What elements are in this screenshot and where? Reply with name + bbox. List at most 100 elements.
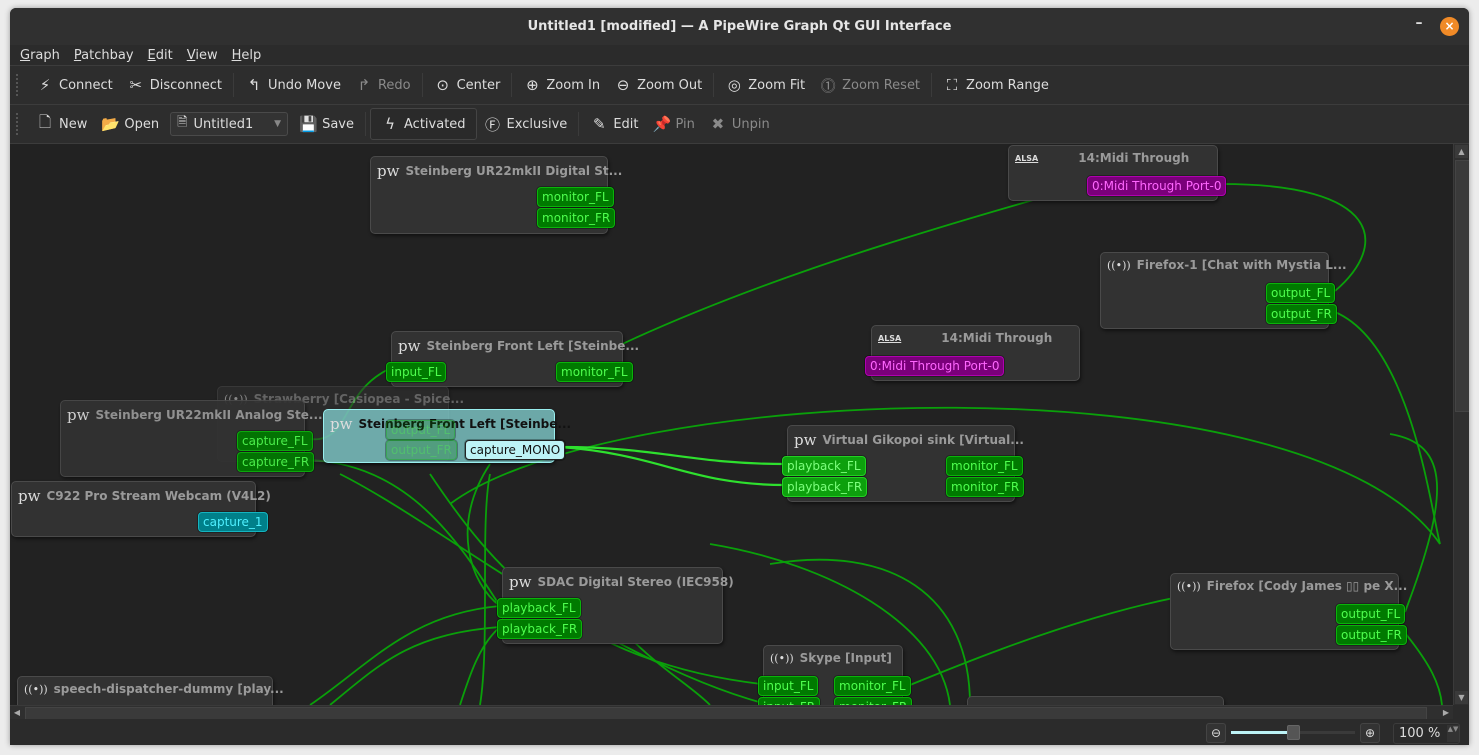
graph-canvas[interactable]: pw Steinberg UR22mkII Digital St... monit… [10, 144, 1453, 705]
node-firefox-1[interactable]: ((•)) Firefox-1 [Chat with Mystia L... ou… [1100, 252, 1347, 329]
minimize-button[interactable]: – [1412, 16, 1426, 36]
scroll-right-icon[interactable]: ▶ [1440, 707, 1452, 718]
port-playback-fr[interactable]: playback_FR [782, 477, 868, 497]
pin-button[interactable]: 📌 Pin [646, 109, 702, 139]
node-title: Skype [Input] [799, 651, 892, 665]
port-playback-fl[interactable]: playback_FL [497, 598, 581, 618]
pipewire-icon: pw [18, 487, 41, 505]
vertical-scrollbar[interactable]: ▲ ▼ [1453, 144, 1469, 705]
menu-view[interactable]: View [187, 48, 218, 63]
menu-edit[interactable]: Edit [148, 48, 173, 63]
pipewire-icon: pw [794, 431, 817, 449]
zoom-in-icon[interactable]: ⊕ [1360, 723, 1380, 743]
status-bar: ⊖ ⊕ 100 % ▲▼ [10, 719, 1469, 745]
port-playback-fr[interactable]: playback_FR [497, 619, 583, 639]
new-file-icon: 🗋 [38, 112, 52, 131]
port-output-fl[interactable]: output_FL [1336, 604, 1406, 624]
unpin-button[interactable]: ✖ Unpin [702, 109, 777, 139]
close-button[interactable]: × [1440, 16, 1459, 36]
port-output-fr[interactable]: output_FR [1266, 304, 1337, 324]
undo-button[interactable]: ↰ Undo Move [238, 70, 348, 100]
port-midi-through[interactable]: 0:Midi Through Port-0 [865, 356, 1005, 376]
wire [309, 605, 501, 705]
node-virtual-gikopoi[interactable]: pw Virtual Gikopoi sink [Virtual... playb… [782, 425, 1025, 502]
port-midi-through[interactable]: 0:Midi Through Port-0 [1087, 176, 1227, 196]
port-monitor-fl[interactable]: monitor_FL [537, 187, 614, 207]
port-monitor-fr[interactable]: monitor_FR [946, 477, 1025, 497]
save-button[interactable]: 💾 Save [292, 109, 361, 139]
new-button[interactable]: 🗋 New [29, 109, 94, 139]
zoom-slider[interactable] [1231, 725, 1355, 740]
node-sdac[interactable]: pw SDAC Digital Stereo (IEC958) playback_… [497, 567, 734, 644]
zoom-in-button[interactable]: ⊕ Zoom In [516, 70, 607, 100]
activated-toggle[interactable]: ϟ Activated [370, 108, 477, 140]
toolbar-grip[interactable] [16, 74, 21, 96]
pipewire-icon: pw [398, 337, 421, 355]
edit-button[interactable]: ✎ Edit [583, 109, 645, 139]
port-playback-fl[interactable]: playback_FL [782, 456, 866, 476]
node-front-left-selected[interactable]: pw Steinberg Front Left [Steinbe... outpu… [323, 409, 571, 463]
pipewire-icon: pw [377, 162, 400, 180]
toolbar-grip[interactable] [16, 113, 21, 135]
node-title: Steinberg UR22mkII Digital St... [405, 164, 623, 178]
lightning-icon: ϟ [385, 115, 395, 133]
redo-button[interactable]: ↱ Redo [348, 70, 418, 100]
node-skype[interactable]: ((•)) Skype [Input] input_FL monitor_FL i… [758, 645, 913, 705]
node-speech-dispatcher[interactable]: ((•)) speech-dispatcher-dummy [play... [17, 676, 284, 705]
stream-icon: ((•)) [24, 682, 48, 696]
graph-toolbar: ⚡ Connect ✂ Disconnect ↰ Undo Move ↱ Redo ⊙ C… [10, 66, 1469, 105]
port-input-fr[interactable]: input_FR [758, 697, 821, 705]
scroll-left-icon[interactable]: ◀ [11, 707, 23, 718]
node-ur22-digital[interactable]: pw Steinberg UR22mkII Digital St... monit… [370, 156, 622, 234]
port-capture-fl[interactable]: capture_FL [237, 431, 313, 451]
zoom-fit-button[interactable]: ◎ Zoom Fit [718, 70, 812, 100]
port-output-fl[interactable]: output_FL [1266, 283, 1336, 303]
disconnect-button[interactable]: ✂ Disconnect [120, 70, 229, 100]
connect-button[interactable]: ⚡ Connect [29, 70, 120, 100]
zoom-range-button[interactable]: ⛶ Zoom Range [936, 70, 1056, 100]
zoom-fit-icon: ◎ [727, 76, 741, 94]
node-webcam[interactable]: pw C922 Pro Stream Webcam (V4L2) capture_… [11, 481, 271, 537]
port-output-fr[interactable]: output_FR [1336, 625, 1407, 645]
node-partial-bottom[interactable] [967, 696, 1224, 705]
node-ur22-analog[interactable]: pw Steinberg UR22mkII Analog Ste... captu… [60, 400, 323, 477]
port-capture-fr[interactable]: capture_FR [237, 452, 315, 472]
scroll-up-icon[interactable]: ▲ [1455, 145, 1468, 158]
port-monitor-fr[interactable]: monitor_FR [537, 208, 616, 228]
port-monitor-fl[interactable]: monitor_FL [834, 676, 911, 696]
menu-graph[interactable]: Graph [20, 48, 60, 63]
separator [365, 112, 367, 136]
port-output-fl[interactable]: output_FL [386, 420, 456, 440]
port-monitor-fl[interactable]: monitor_FL [556, 362, 633, 382]
menu-patchbay[interactable]: Patchbay [74, 48, 134, 63]
open-button[interactable]: 📂 Open [94, 109, 166, 139]
separator [511, 73, 513, 97]
center-button[interactable]: ⊙ Center [427, 70, 508, 100]
port-monitor-fl[interactable]: monitor_FL [946, 456, 1023, 476]
node-front-left-1[interactable]: pw Steinberg Front Left [Steinbe... input… [386, 331, 639, 387]
port-input-fl[interactable]: input_FL [386, 362, 447, 382]
menu-help[interactable]: Help [232, 48, 262, 63]
spin-arrows-icon[interactable]: ▲▼ [1447, 725, 1459, 742]
zoom-spinbox[interactable]: 100 % ▲▼ [1393, 723, 1460, 744]
node-midi-through-2[interactable]: ALSA 14:Midi Through 0:Midi Through Port-… [865, 325, 1080, 381]
node-firefox[interactable]: ((•)) Firefox [Cody James ▯▯ pe X... outp… [1170, 573, 1407, 650]
zoom-reset-button[interactable]: ⓵ Zoom Reset [812, 70, 927, 100]
port-monitor-fr[interactable]: monitor_FR [834, 697, 913, 705]
zoom-out-icon[interactable]: ⊖ [1206, 723, 1226, 743]
patchbay-select[interactable]: 🗎 Untitled1 ▼ [170, 112, 289, 136]
port-capture-1[interactable]: capture_1 [198, 512, 268, 532]
exclusive-toggle[interactable]: Ⓕ Exclusive [477, 109, 575, 139]
port-input-fl[interactable]: input_FL [758, 676, 819, 696]
vertical-scroll-thumb[interactable] [1455, 160, 1469, 412]
horizontal-scrollbar[interactable]: ◀ ▶ [10, 705, 1453, 720]
port-capture-mono[interactable]: capture_MONO [465, 440, 566, 460]
menu-bar: Graph Patchbay Edit View Help [10, 45, 1469, 66]
zoom-slider-handle[interactable] [1287, 725, 1300, 740]
port-output-fr[interactable]: output_FR [386, 440, 457, 460]
zoom-out-icon: ⊖ [616, 76, 630, 94]
scroll-down-icon[interactable]: ▼ [1455, 691, 1468, 704]
zoom-out-button[interactable]: ⊖ Zoom Out [607, 70, 709, 100]
node-midi-through-1[interactable]: ALSA 14:Midi Through 0:Midi Through Port-… [1008, 145, 1227, 201]
wire [1404, 632, 1443, 705]
